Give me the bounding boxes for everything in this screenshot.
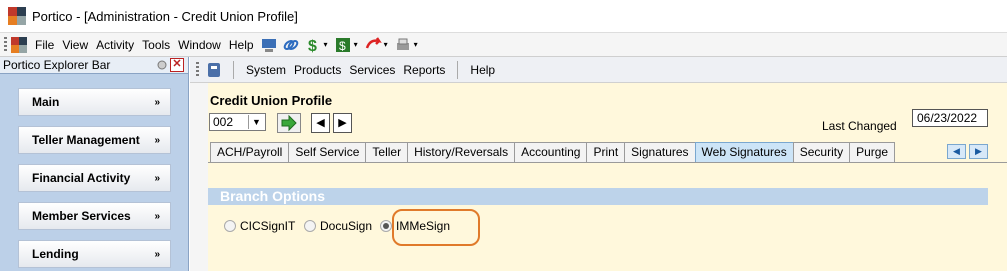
radio-button-selected[interactable] [380,220,392,232]
dollar-icon[interactable]: $ [304,36,322,55]
tab-signatures[interactable]: Signatures [624,142,696,162]
tab-print[interactable]: Print [586,142,626,162]
svg-text:$: $ [308,38,317,54]
menu-window[interactable]: Window [174,38,225,52]
sidebar-group-lending[interactable]: Lending » [18,240,171,268]
sidebar-group-member-services[interactable]: Member Services » [18,202,171,230]
toolbar-grip[interactable] [196,61,199,78]
title-bar: Portico - [Administration - Credit Union… [0,0,1007,32]
chevron-down-icon: » [154,248,160,260]
tab-scroll-right-icon[interactable]: ▶ [969,144,988,159]
sidebar-group-label: Financial Activity [32,171,131,185]
sidebar-group-label: Lending [32,247,79,261]
explorer-bar-header: Portico Explorer Bar ✕ [0,57,188,74]
last-changed-field[interactable]: 06/23/2022 [912,109,988,127]
printer-dropdown-icon[interactable]: ▾ [414,40,418,49]
chevron-down-icon: » [154,210,160,222]
pin-icon[interactable] [156,59,168,71]
sidebar-group-financial-activity[interactable]: Financial Activity » [18,164,171,192]
portico-menu-icon[interactable] [11,36,27,53]
credit-union-select-value: 002 [213,115,234,129]
explorer-bar-title: Portico Explorer Bar [3,58,111,72]
go-button[interactable] [277,113,301,133]
svg-text:$: $ [339,39,346,53]
menu-system[interactable]: System [242,63,290,77]
database-icon[interactable] [205,61,223,79]
credit-union-select[interactable]: 002 ▼ [209,113,266,131]
toolbar-separator [233,60,234,79]
menu-content-help[interactable]: Help [466,63,499,77]
tab-scroll-left-icon[interactable]: ◀ [947,144,966,159]
radio-label: DocuSign [320,219,373,233]
last-changed-label: Last Changed [822,119,897,133]
branch-options-header: Branch Options [208,188,988,205]
tab-purge[interactable]: Purge [849,142,896,162]
radio-docusign[interactable]: DocuSign [304,219,372,233]
sidebar-group-main[interactable]: Main » [18,88,171,116]
window-title: Portico - [Administration - Credit Union… [32,8,298,24]
link-icon[interactable] [282,36,300,54]
undo-dropdown-icon[interactable]: ▾ [384,40,388,49]
radio-button[interactable] [224,220,236,232]
content-area: System Products Services Reports Help Cr… [190,57,1007,271]
menu-file[interactable]: File [31,38,58,52]
highlight-callout [392,209,480,246]
chevron-down-icon: » [154,134,160,146]
portico-app-icon [8,7,26,25]
radio-button[interactable] [304,220,316,232]
next-button[interactable]: ▶ [333,113,352,133]
sidebar-group-label: Teller Management [32,133,140,147]
tab-accounting[interactable]: Accounting [514,142,588,162]
tab-web-signatures[interactable]: Web Signatures [694,142,794,162]
menu-products[interactable]: Products [290,63,345,77]
tab-security[interactable]: Security [792,142,851,162]
chevron-down-icon: » [154,172,160,184]
menu-tools[interactable]: Tools [138,38,174,52]
menu-activity[interactable]: Activity [92,38,138,52]
network-icon[interactable] [260,36,278,54]
tab-ach-payroll[interactable]: ACH/Payroll [210,142,290,162]
close-icon[interactable]: ✕ [170,58,184,72]
explorer-bar: Portico Explorer Bar ✕ Main » Teller Man… [0,57,189,271]
undo-arrow-icon[interactable] [364,36,382,54]
toolbar-grip[interactable] [4,36,7,53]
tab-self-service[interactable]: Self Service [288,142,367,162]
web-signatures-tab-body: Branch Options CICSignIT DocuSign IMMeSi… [208,162,1007,271]
cash-dropdown-icon[interactable]: ▾ [354,40,358,49]
cash-icon[interactable]: $ [334,36,352,54]
sidebar-group-label: Main [32,95,60,109]
arrow-right-icon [281,114,297,132]
content-toolbar: System Products Services Reports Help [190,57,1007,83]
tab-teller[interactable]: Teller [365,142,409,162]
menu-reports[interactable]: Reports [399,63,449,77]
radio-cicsignit[interactable]: CICSignIT [224,219,295,233]
radio-label: CICSignIT [240,219,296,233]
chevron-down-icon[interactable]: ▼ [248,115,264,129]
previous-button[interactable]: ◀ [311,113,330,133]
sidebar-group-label: Member Services [32,209,131,223]
menu-bar: File View Activity Tools Window Help $ ▾… [0,32,1007,57]
toolbar-separator [457,60,459,79]
credit-union-profile-panel: Credit Union Profile 002 ▼ ◀ ▶ Last Chan… [208,83,1007,271]
dollar-dropdown-icon[interactable]: ▾ [324,40,328,49]
page-title: Credit Union Profile [210,93,333,108]
tab-history-reversals[interactable]: History/Reversals [407,142,516,162]
printer-icon[interactable] [394,36,412,54]
menu-help[interactable]: Help [225,38,258,52]
chevron-down-icon: » [154,96,160,108]
menu-services[interactable]: Services [345,63,399,77]
sidebar-group-teller-management[interactable]: Teller Management » [18,126,171,154]
tab-strip: ACH/Payroll Self Service Teller History/… [210,142,994,162]
menu-view[interactable]: View [58,38,92,52]
